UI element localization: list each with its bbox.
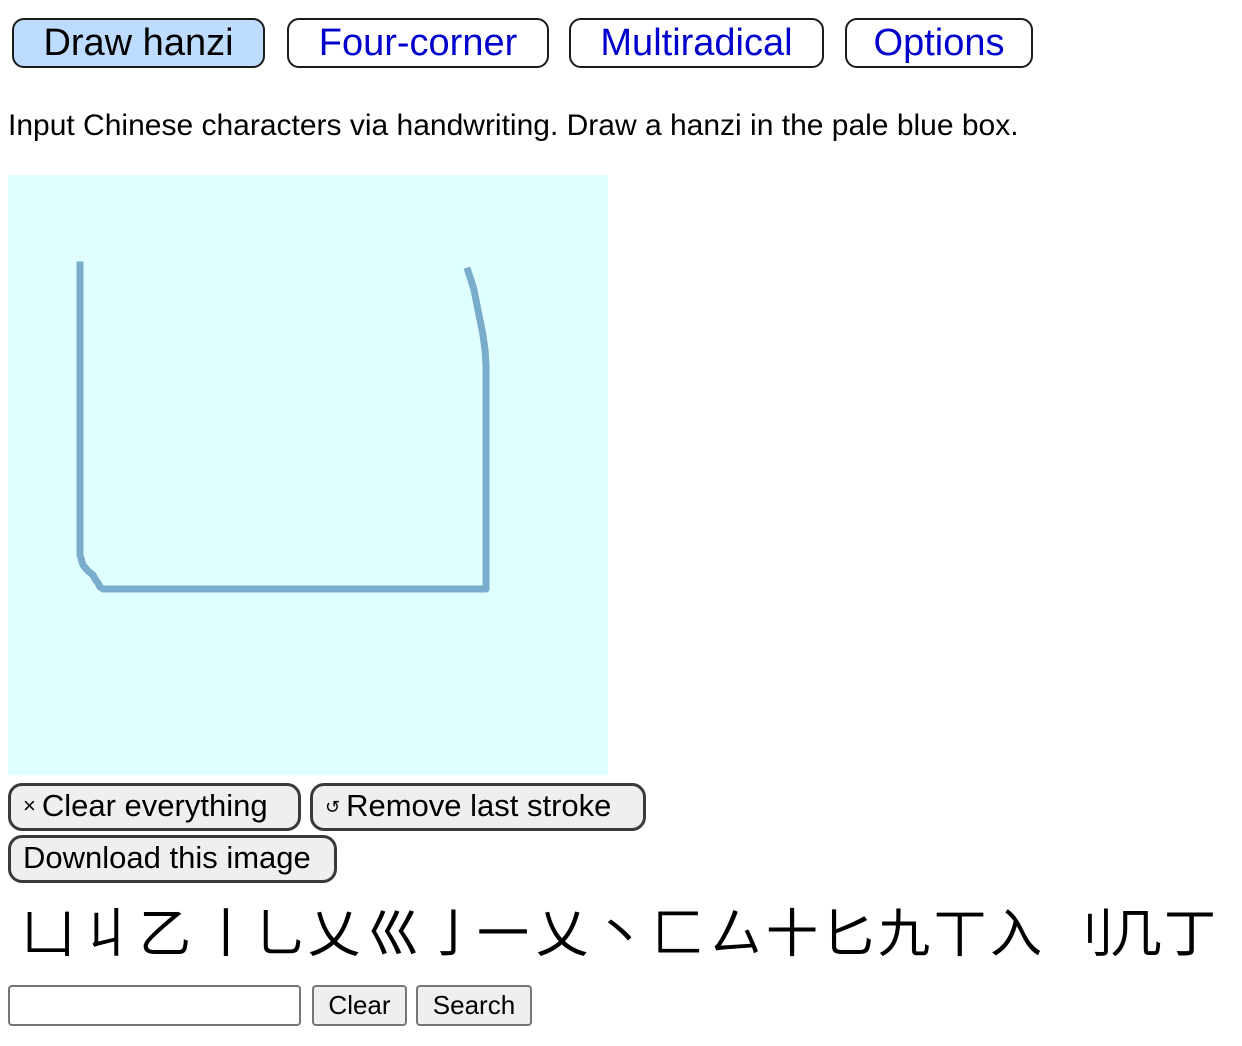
- candidate-char[interactable]: 匚: [652, 900, 704, 970]
- clear-button[interactable]: Clear: [312, 985, 407, 1026]
- candidate-char[interactable]: 巛: [368, 900, 420, 970]
- remove-last-stroke-button[interactable]: ↺ Remove last stroke: [310, 783, 646, 831]
- tab-multiradical[interactable]: Multiradical: [569, 18, 824, 68]
- candidate-char[interactable]: 匕: [822, 900, 874, 970]
- candidate-char[interactable]: 乙: [139, 900, 191, 970]
- clear-everything-label: Clear everything: [41, 788, 268, 823]
- stroke-1: [76, 261, 490, 593]
- candidate-char[interactable]: 凵: [22, 900, 74, 970]
- download-image-label: Download this image: [23, 840, 311, 875]
- candidate-char[interactable]: 十: [766, 900, 818, 970]
- candidate-char[interactable]: 丶: [594, 900, 646, 970]
- tab-four-corner[interactable]: Four-corner: [287, 18, 549, 68]
- tab-draw-hanzi[interactable]: Draw hanzi: [12, 18, 265, 68]
- candidate-char[interactable]: 厶: [710, 900, 762, 970]
- candidate-char[interactable]: 一: [477, 900, 529, 970]
- remove-last-stroke-label: Remove last stroke: [346, 788, 612, 823]
- tab-options[interactable]: Options: [845, 18, 1033, 68]
- candidate-char[interactable]: 丁: [1164, 900, 1216, 970]
- undo-icon: ↺: [325, 797, 341, 817]
- candidate-char[interactable]: 几: [1110, 900, 1162, 970]
- drawn-strokes: [76, 261, 490, 593]
- candidate-char[interactable]: 乂: [308, 900, 360, 970]
- candidate-characters: 凵 丩 乙 丨 乚 乂 巛 亅 一 乂 丶 匚 厶 十 匕 九 丅 入 刂 几 …: [22, 900, 1237, 970]
- candidate-char[interactable]: 入: [990, 900, 1042, 970]
- candidate-char[interactable]: 丩: [82, 900, 134, 970]
- candidate-char[interactable]: 丨: [200, 900, 252, 970]
- drawing-canvas[interactable]: [8, 175, 608, 775]
- instructions-text: Input Chinese characters via handwriting…: [8, 109, 1019, 142]
- download-image-button[interactable]: Download this image: [8, 835, 337, 883]
- search-input[interactable]: [8, 985, 301, 1026]
- candidate-char[interactable]: 亅: [427, 900, 479, 970]
- candidate-char[interactable]: 刂: [1062, 900, 1114, 970]
- candidate-char[interactable]: 丅: [934, 900, 986, 970]
- candidate-char[interactable]: 乚: [254, 900, 306, 970]
- candidate-char[interactable]: 九: [878, 900, 930, 970]
- close-icon: ×: [23, 793, 36, 818]
- search-button[interactable]: Search: [416, 985, 532, 1026]
- clear-everything-button[interactable]: × Clear everything: [8, 783, 301, 831]
- candidate-char[interactable]: 乂: [536, 900, 588, 970]
